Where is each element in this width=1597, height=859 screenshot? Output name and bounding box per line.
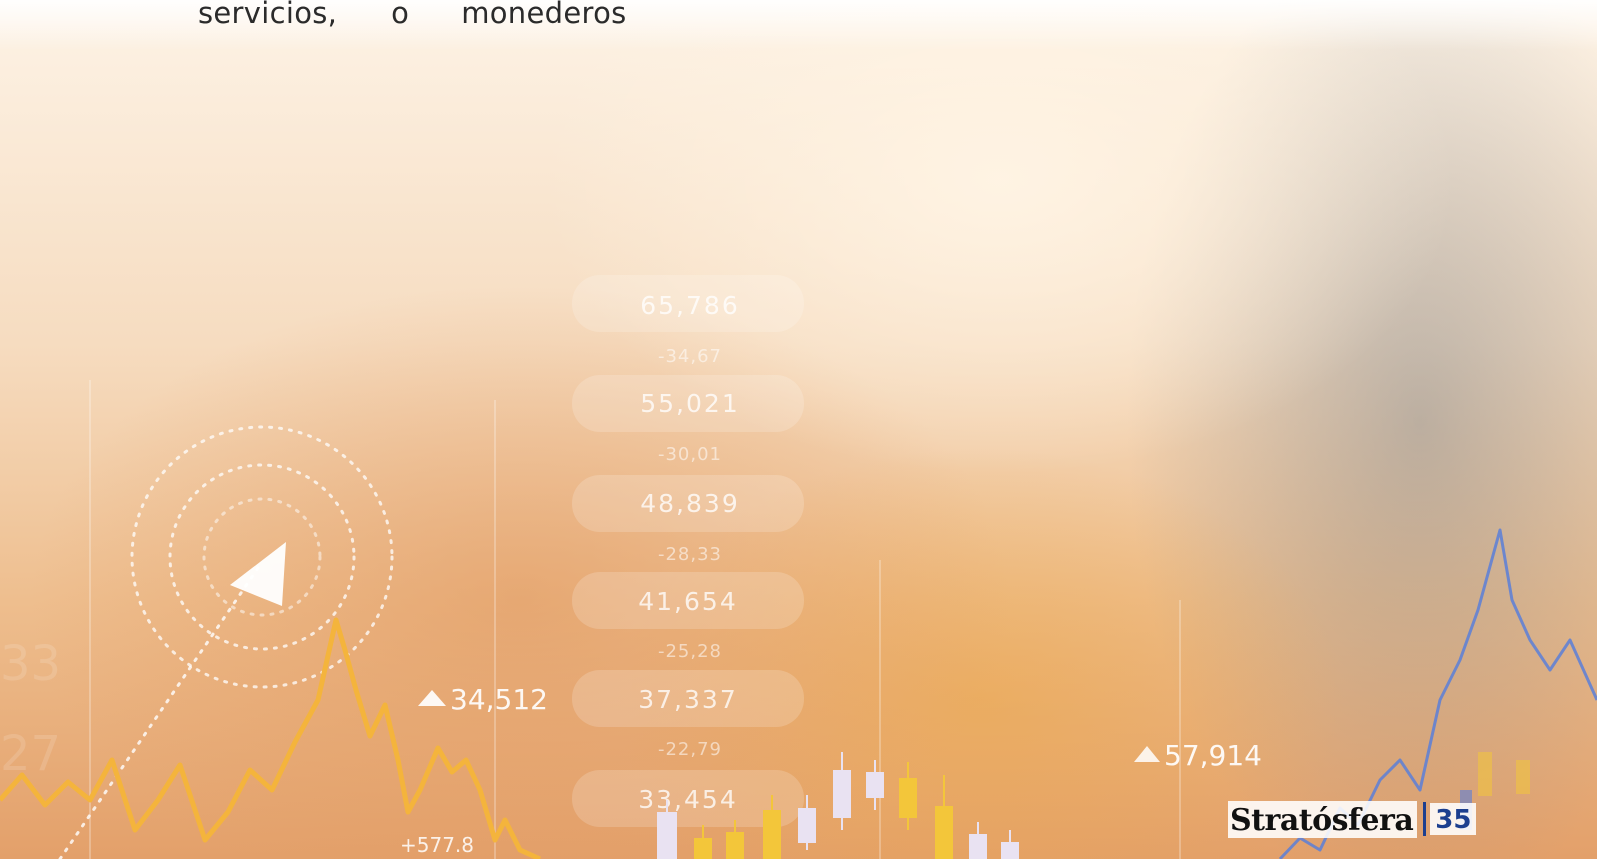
pill-value: 48,839 (640, 489, 739, 518)
market-overlay: 33 27 65,786 55,021 48,839 41,654 37,337… (0, 275, 1597, 859)
target-reticle (130, 425, 394, 689)
ticker-small: +577.8 (400, 833, 474, 857)
brand-logo: Stratósfera (1228, 800, 1418, 838)
gold-price-line (0, 617, 542, 859)
ticker-left: 34,512 (450, 683, 548, 716)
magazine-page: servicios, o monederos 33 27 65,786 55,021… (0, 0, 1597, 859)
pill-value: 41,654 (638, 587, 737, 616)
page-number: 35 (1430, 803, 1477, 835)
ticker-right: 57,914 (1164, 739, 1262, 772)
footer-divider (1423, 802, 1427, 836)
pill-value: 33,454 (638, 785, 737, 814)
pill-delta: -22,79 (658, 739, 722, 760)
pill-delta: -28,33 (658, 544, 722, 565)
pill-delta: -34,67 (658, 346, 722, 367)
up-triangle-icon (418, 690, 446, 706)
ghost-number: 27 (0, 726, 61, 782)
pill-value: 55,021 (640, 389, 739, 418)
pill-value: 37,337 (638, 685, 737, 714)
up-triangle-icon (1134, 746, 1160, 762)
ghost-number: 33 (0, 636, 61, 692)
publication-footer: Stratósfera 35 (1228, 797, 1477, 841)
pill-delta: -25,28 (658, 641, 722, 662)
pill-delta: -30,01 (658, 444, 722, 465)
cursor-arrow-icon (230, 542, 286, 606)
pill-value: 65,786 (640, 291, 739, 320)
